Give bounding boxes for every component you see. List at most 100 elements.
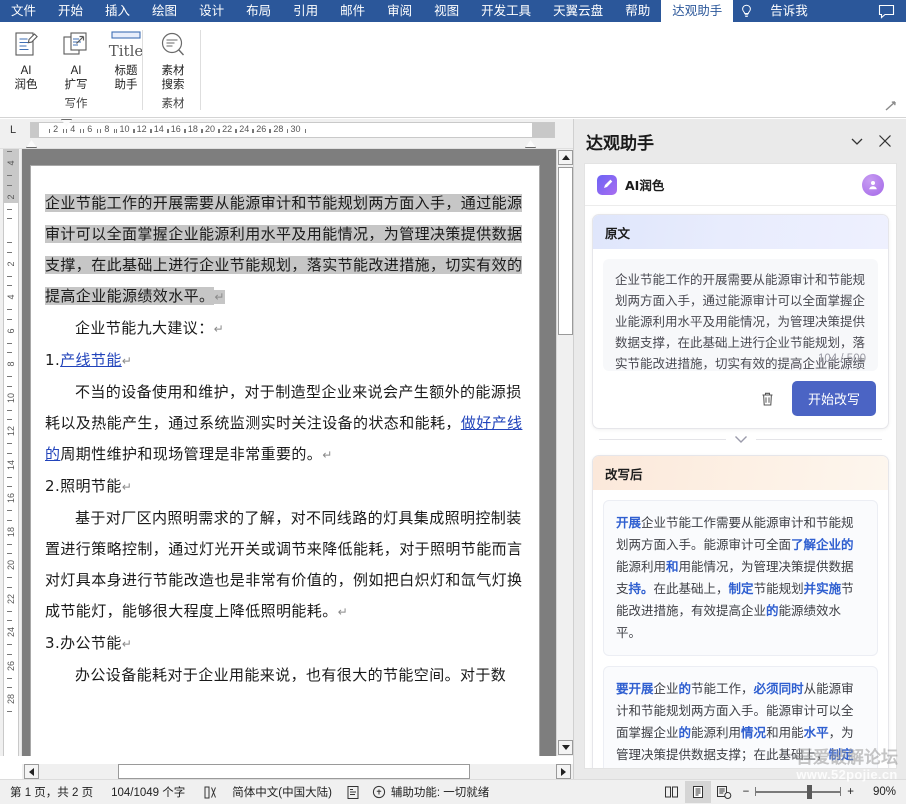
vertical-ruler-tick (7, 184, 12, 186)
heading-item-2[interactable]: 2.照明节能↵ (45, 471, 525, 503)
tell-me-label[interactable]: 告诉我 (759, 0, 819, 22)
chevron-down-icon[interactable] (843, 127, 871, 155)
ribbon-tab-layout[interactable]: 布局 (235, 0, 282, 22)
ribbon-tab-insert[interactable]: 插入 (94, 0, 141, 22)
hanging-indent-marker[interactable] (26, 140, 37, 148)
web-layout-icon[interactable] (711, 781, 737, 803)
ribbon-tab-design[interactable]: 设计 (188, 0, 235, 22)
lightbulb-icon[interactable] (733, 0, 759, 22)
rewrite-result-item[interactable]: 开展企业节能工作需要从能源审计和节能规划两方面入手。能源审计可全面了解企业的能源… (603, 500, 878, 656)
heading-item-1[interactable]: 1.产线节能↵ (45, 345, 525, 377)
material-search-button[interactable]: 素材 搜索 (148, 22, 198, 92)
rewrite-highlight-text: 和 (666, 559, 679, 574)
heading-2-text: 照明节能 (60, 477, 122, 495)
ai-polish-button[interactable]: AI 润色 (1, 22, 51, 92)
vertical-ruler-tick (7, 352, 12, 353)
start-rewrite-button[interactable]: 开始改写 (791, 381, 876, 416)
accessibility-status[interactable]: 辅助功能: 一切就绪 (372, 784, 489, 800)
scroll-right-button[interactable] (556, 764, 571, 779)
document-page[interactable]: 企业节能工作的开展需要从能源审计和节能规划两方面入手，通过能源审计可以全面掌握企… (30, 165, 540, 756)
trash-icon[interactable] (756, 387, 780, 411)
ribbon-tab-daguan-assistant[interactable]: 达观助手 (661, 0, 734, 22)
chevron-down-icon[interactable] (725, 434, 756, 444)
ribbon-tab-file[interactable]: 文件 (0, 0, 47, 22)
vertical-ruler-tick (7, 342, 12, 344)
paragraph-3-text: 不当的设备使用和维护，对于制造型企业来说会产生额外的能源损耗以及热能产生，通过系… (45, 383, 522, 432)
ruler-tick (133, 129, 135, 133)
ribbon-tab-bar: 文件 开始 插入 绘图 设计 布局 引用 邮件 审阅 视图 开发工具 天翼云盘 … (0, 0, 906, 22)
selected-text[interactable]: 企业节能工作的开展需要从能源审计和节能规划两方面入手，通过能源审计可以全面掌握企… (45, 194, 523, 305)
ribbon-tab-draw[interactable]: 绘图 (141, 0, 188, 22)
ribbon-tab-mailings[interactable]: 邮件 (329, 0, 376, 22)
paragraph-intro[interactable]: 企业节能工作的开展需要从能源审计和节能规划两方面入手，通过能源审计可以全面掌握企… (45, 188, 525, 313)
zoom-control[interactable]: − + (743, 785, 854, 799)
paragraph-item-1-body[interactable]: 不当的设备使用和维护，对于制造型企业来说会产生额外的能源损耗以及热能产生，通过系… (45, 377, 525, 471)
zoom-slider[interactable] (755, 785, 842, 799)
word-count[interactable]: 104/1049 个字 (111, 784, 185, 800)
tab-stop-selector[interactable]: L (0, 119, 26, 141)
assistant-mode-bar: AI润色 (585, 164, 896, 206)
ruler-tick (287, 129, 289, 133)
ribbon-tab-view[interactable]: 视图 (423, 0, 470, 22)
ribbon-tab-help[interactable]: 帮助 (614, 0, 661, 22)
ruler-number: 6 (87, 124, 93, 134)
scroll-down-button[interactable] (558, 740, 573, 755)
ruler-tick (66, 129, 68, 133)
ruler-tick (269, 129, 271, 133)
page-indicator[interactable]: 第 1 页，共 2 页 (10, 784, 93, 800)
ribbon-tab-tianyi-cloud[interactable]: 天翼云盘 (542, 0, 614, 22)
vertical-scroll-thumb[interactable] (558, 167, 573, 335)
vertical-ruler-tick (7, 309, 12, 310)
scroll-up-button[interactable] (558, 150, 573, 165)
heading-item-3[interactable]: 3.办公节能↵ (45, 628, 525, 660)
zoom-in-button[interactable]: + (847, 786, 854, 798)
horizontal-ruler[interactable]: L 2 4 6 8 10 12 14 16 18 20 22 24 26 28 30 (0, 119, 580, 149)
right-indent-marker[interactable] (525, 140, 536, 148)
rewrite-result-item[interactable]: 要开展企业的节能工作，必须同时从能源审计和节能规划两方面入手。能源审计可以全面掌… (603, 666, 878, 768)
paragraph-item-3-body[interactable]: 办公设备能耗对于企业用能来说，也有很大的节能空间。对于数 (45, 660, 525, 691)
comment-icon[interactable] (866, 0, 906, 22)
close-icon[interactable] (871, 127, 899, 155)
horizontal-scroll-thumb[interactable] (118, 764, 470, 779)
read-mode-icon[interactable] (659, 781, 685, 803)
vertical-ruler-tick (7, 577, 12, 578)
zoom-slider-handle[interactable] (807, 785, 813, 799)
ai-expand-button[interactable]: AI 扩写 (51, 22, 101, 92)
ribbon-tab-developer[interactable]: 开发工具 (470, 0, 542, 22)
accessibility-icon (372, 785, 386, 799)
print-layout-icon[interactable] (684, 781, 711, 803)
ruler-tick (219, 129, 220, 133)
vertical-ruler-tick (7, 275, 12, 277)
vertical-ruler-tick (7, 476, 12, 478)
vertical-ruler-number: 4 (6, 294, 16, 300)
paragraph-suggestions-heading[interactable]: 企业节能九大建议：↵ (45, 313, 525, 345)
document-canvas[interactable]: 企业节能工作的开展需要从能源审计和节能规划两方面入手，通过能源审计可以全面掌握企… (22, 149, 556, 756)
track-changes-icon[interactable] (346, 785, 360, 800)
collapse-ribbon-icon[interactable] (884, 99, 898, 113)
arrow-right-icon (561, 767, 566, 776)
ribbon-tab-home[interactable]: 开始 (47, 0, 94, 22)
zoom-out-button[interactable]: − (743, 786, 750, 798)
pane-section-divider[interactable] (599, 431, 882, 447)
accessibility-label: 辅助功能: 一切就绪 (390, 787, 490, 799)
rewrite-plain-text: 企业 (653, 681, 679, 696)
paragraph-item-2-body[interactable]: 基于对厂区内照明需求的了解，对不同线路的灯具集成照明控制装置进行策略控制，通过灯… (45, 503, 525, 628)
scroll-left-button[interactable] (24, 764, 39, 779)
heading-1-link[interactable]: 产线节能 (60, 351, 122, 369)
horizontal-ruler-track[interactable]: 2 4 6 8 10 12 14 16 18 20 22 24 26 28 30 (30, 122, 555, 138)
document-text[interactable]: 企业节能工作的开展需要从能源审计和节能规划两方面入手，通过能源审计可以全面掌握企… (45, 188, 525, 691)
ribbon-tab-references[interactable]: 引用 (282, 0, 329, 22)
zoom-percentage[interactable]: 90% (862, 786, 896, 798)
document-horizontal-scrollbar[interactable] (22, 764, 573, 779)
document-vertical-scrollbar[interactable] (556, 149, 573, 756)
source-textarea[interactable]: 企业节能工作的开展需要从能源审计和节能规划两方面入手，通过能源审计可以全面掌握企… (603, 259, 878, 371)
user-avatar-icon[interactable] (862, 173, 884, 196)
proofing-icon[interactable] (203, 785, 218, 800)
language-indicator[interactable]: 简体中文(中国大陆) (232, 784, 332, 800)
pilcrow-6: ↵ (121, 637, 133, 651)
ribbon-tab-review[interactable]: 审阅 (376, 0, 423, 22)
vertical-ruler[interactable]: 4 2 2 4 6 8 10 12 14 16 18 20 22 24 26 28 (0, 149, 22, 756)
vertical-ruler-number: 8 (6, 361, 16, 367)
vertical-ruler-tick (7, 677, 12, 679)
pane-scroll-zone[interactable]: 原文 企业节能工作的开展需要从能源审计和节能规划两方面入手，通过能源审计可以全面… (585, 206, 896, 768)
